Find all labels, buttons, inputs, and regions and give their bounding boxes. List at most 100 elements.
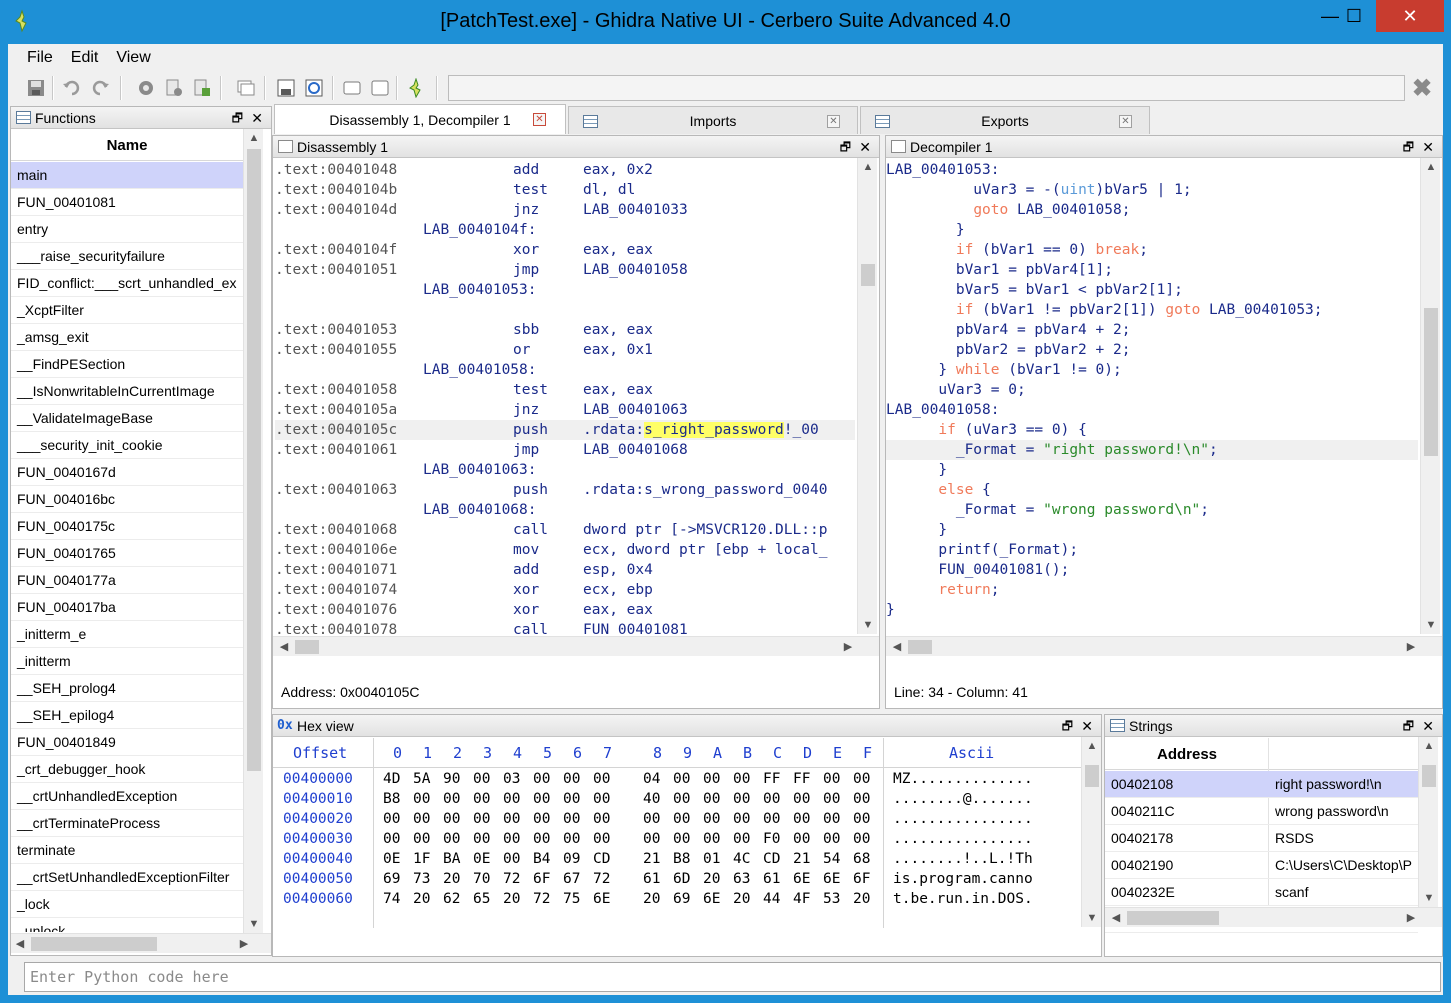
function-list-item[interactable]: FUN_00401849 — [11, 729, 243, 756]
disassembly-code[interactable]: .text:00401048 add eax, 0x2 .text:0040104b t… — [275, 160, 855, 640]
disassembly-line[interactable]: .text:00401068 call dword ptr [->MSVCR120.… — [275, 520, 855, 540]
disassembly-line[interactable]: .text:00401063 push .rdata:s_wrong_passwor… — [275, 480, 855, 500]
disassembly-line[interactable]: .text:00401055 or eax, 0x1 — [275, 340, 855, 360]
hex-byte[interactable]: 00 — [703, 829, 720, 849]
decompiler-panel-title[interactable]: Decompiler 1 🗗 ✕ — [886, 136, 1442, 158]
hex-byte[interactable]: 00 — [533, 829, 550, 849]
hex-ascii[interactable]: ................ — [893, 829, 1033, 849]
windows-button[interactable] — [234, 76, 258, 100]
disassembly-line[interactable]: .text:0040105a jnz LAB_00401063 — [275, 400, 855, 420]
function-list-item[interactable]: _XcptFilter — [11, 297, 243, 324]
function-list-item[interactable]: FUN_00401765 — [11, 540, 243, 567]
hex-byte[interactable]: 00 — [763, 789, 780, 809]
hex-byte[interactable]: 20 — [733, 889, 750, 909]
hex-byte[interactable]: 40 — [643, 789, 660, 809]
disassembly-line[interactable]: LAB_0040104f: — [275, 220, 855, 240]
hex-byte[interactable]: 00 — [383, 829, 400, 849]
scroll-up-icon[interactable]: ▲ — [858, 158, 878, 176]
hex-byte[interactable]: 0E — [383, 849, 400, 869]
hex-byte[interactable]: 00 — [503, 809, 520, 829]
hex-byte[interactable]: 00 — [793, 789, 810, 809]
hex-byte[interactable]: 00 — [673, 789, 690, 809]
disassembly-line[interactable]: .text:00401071 add esp, 0x4 — [275, 560, 855, 580]
hex-byte[interactable]: 09 — [563, 849, 580, 869]
functions-column-name[interactable]: Name — [11, 129, 243, 161]
decompiler-line[interactable]: return; — [886, 580, 1418, 600]
hex-byte[interactable]: 00 — [593, 829, 610, 849]
strings-panel-title[interactable]: Strings 🗗 ✕ — [1105, 715, 1442, 737]
add-document-button[interactable] — [190, 76, 214, 100]
disassembly-line[interactable]: .text:00401051 jmp LAB_00401058 — [275, 260, 855, 280]
hex-byte[interactable]: 00 — [563, 769, 580, 789]
hex-byte[interactable]: 6E — [593, 889, 610, 909]
function-list-item[interactable]: __crtUnhandledException — [11, 783, 243, 810]
float-panel-icon[interactable]: 🗗 — [1403, 136, 1414, 158]
hex-byte[interactable]: 00 — [563, 809, 580, 829]
decompiler-line[interactable]: bVar1 = pbVar4[1]; — [886, 260, 1418, 280]
hex-byte[interactable]: 4C — [733, 849, 750, 869]
functions-horizontal-scrollbar[interactable]: ◀ ▶ — [11, 933, 271, 953]
strings-vertical-scrollbar[interactable]: ▲ ▼ — [1418, 737, 1438, 907]
scroll-left-icon[interactable]: ◀ — [1107, 908, 1125, 928]
hex-byte[interactable]: 67 — [563, 869, 580, 889]
hex-byte[interactable]: 00 — [413, 829, 430, 849]
hex-byte[interactable]: 6E — [823, 869, 840, 889]
float-panel-icon[interactable]: 🗗 — [232, 107, 243, 129]
hex-byte[interactable]: 21 — [643, 849, 660, 869]
scroll-right-icon[interactable]: ▶ — [235, 934, 253, 954]
scroll-down-icon[interactable]: ▼ — [1419, 889, 1439, 907]
close-panel-icon[interactable]: ✕ — [859, 136, 871, 158]
disassembly-line[interactable]: .text:00401058 test eax, eax — [275, 380, 855, 400]
decompiler-line[interactable]: LAB_00401058: — [886, 400, 1418, 420]
menu-file[interactable]: File — [18, 44, 62, 70]
hex-byte[interactable]: 00 — [473, 769, 490, 789]
hex-byte[interactable]: 20 — [643, 889, 660, 909]
hex-byte[interactable]: 00 — [473, 789, 490, 809]
decompiler-line[interactable]: if (bVar1 == 0) break; — [886, 240, 1418, 260]
tab-close-icon[interactable]: ✕ — [827, 115, 840, 128]
function-list-item[interactable]: FUN_00401081 — [11, 189, 243, 216]
hex-byte[interactable]: 20 — [443, 869, 460, 889]
hex-byte[interactable]: 72 — [593, 869, 610, 889]
scroll-up-icon[interactable]: ▲ — [244, 129, 264, 147]
hex-byte[interactable]: 00 — [733, 809, 750, 829]
disassembly-line[interactable]: LAB_00401068: — [275, 500, 855, 520]
hex-byte[interactable]: 00 — [733, 789, 750, 809]
hex-byte[interactable]: 21 — [793, 849, 810, 869]
hex-byte[interactable]: 00 — [443, 789, 460, 809]
function-list-item[interactable]: _unlock — [11, 918, 243, 932]
decompiler-line[interactable]: } — [886, 460, 1418, 480]
scroll-left-icon[interactable]: ◀ — [888, 637, 906, 657]
scroll-thumb[interactable] — [31, 937, 157, 951]
hex-byte[interactable]: 00 — [473, 809, 490, 829]
function-list-item[interactable]: FUN_004016bc — [11, 486, 243, 513]
function-list-item[interactable]: FUN_0040175c — [11, 513, 243, 540]
strings-row[interactable]: 0040211C wrong password\n — [1105, 798, 1418, 825]
hex-byte[interactable]: 00 — [853, 809, 870, 829]
hex-byte[interactable]: 00 — [823, 809, 840, 829]
function-list-item[interactable]: __ValidateImageBase — [11, 405, 243, 432]
hex-byte[interactable]: 63 — [733, 869, 750, 889]
decompiler-line[interactable]: if (bVar1 != pbVar2[1]) goto LAB_0040105… — [886, 300, 1418, 320]
scroll-thumb[interactable] — [295, 640, 319, 654]
decompiler-line[interactable]: uVar3 = -(uint)bVar5 | 1; — [886, 180, 1418, 200]
hex-byte[interactable]: 73 — [413, 869, 430, 889]
disassembly-line[interactable]: .text:0040104f xor eax, eax — [275, 240, 855, 260]
hex-byte[interactable]: 53 — [823, 889, 840, 909]
close-panel-icon[interactable]: ✕ — [1422, 136, 1434, 158]
toolbar-command-input[interactable] — [448, 75, 1405, 101]
disassembly-line[interactable]: .text:0040104d jnz LAB_00401033 — [275, 200, 855, 220]
hex-byte[interactable]: 00 — [593, 769, 610, 789]
scroll-up-icon[interactable]: ▲ — [1419, 737, 1439, 755]
hex-byte[interactable]: 00 — [763, 809, 780, 829]
strings-row[interactable]: 00402178 RSDS — [1105, 825, 1418, 852]
scroll-thumb[interactable] — [1422, 765, 1436, 787]
hex-byte[interactable]: 00 — [703, 789, 720, 809]
hex-byte[interactable]: 00 — [733, 769, 750, 789]
hex-byte[interactable]: CD — [763, 849, 780, 869]
hex-byte[interactable]: 54 — [823, 849, 840, 869]
hex-byte[interactable]: 20 — [413, 889, 430, 909]
hex-byte[interactable]: FF — [793, 769, 810, 789]
hex-byte[interactable]: 6E — [703, 889, 720, 909]
hex-byte[interactable]: 00 — [443, 829, 460, 849]
